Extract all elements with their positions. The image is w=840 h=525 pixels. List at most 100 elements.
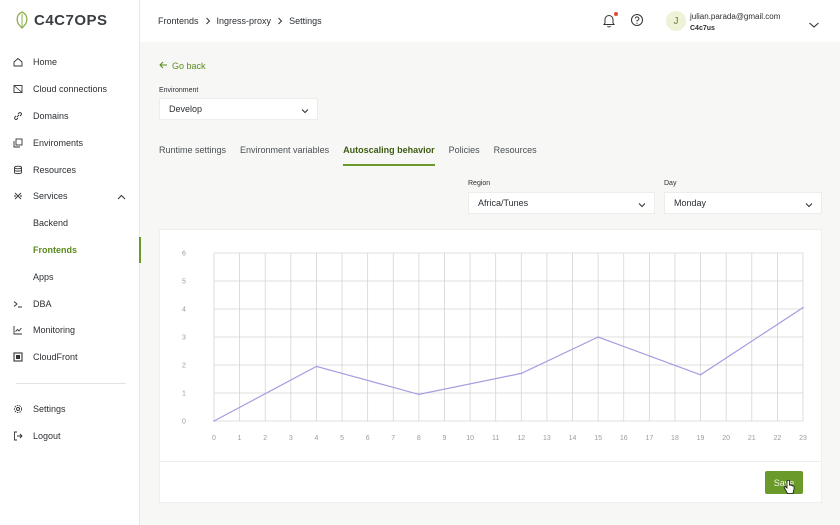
sidebar-item-resources[interactable]: Resources xyxy=(0,156,140,183)
chevron-right-icon xyxy=(205,17,211,25)
x-tick-label: 11 xyxy=(492,435,499,442)
user-org: C4c7us xyxy=(690,25,715,32)
x-tick-label: 7 xyxy=(391,435,395,442)
sidebar-item-label: Backend xyxy=(33,218,69,229)
tab-autoscaling-behavior[interactable]: Autoscaling behavior xyxy=(343,145,435,166)
y-tick-label: 4 xyxy=(182,307,186,314)
chevron-down-icon[interactable] xyxy=(808,16,820,34)
region-select[interactable]: Africa/Tunes xyxy=(468,192,655,214)
sidebar-item-label: Apps xyxy=(33,271,54,282)
tab-policies[interactable]: Policies xyxy=(449,145,480,166)
go-back-label: Go back xyxy=(172,61,206,71)
sidebar-item-logout[interactable]: Logout xyxy=(0,422,140,449)
chevron-up-icon[interactable] xyxy=(117,192,126,202)
sidebar-item-label: Cloud connections xyxy=(33,84,108,95)
data-point xyxy=(597,336,599,338)
x-tick-label: 14 xyxy=(569,435,577,442)
day-label: Day xyxy=(664,180,677,187)
sidebar-divider xyxy=(16,382,126,384)
x-tick-label: 5 xyxy=(340,435,344,442)
sidebar-item-home[interactable]: Home xyxy=(0,49,140,76)
sidebar-item-label: Home xyxy=(33,57,58,68)
link-icon xyxy=(13,111,23,121)
user-info[interactable]: julian.parada@gmail.com C4c7us xyxy=(690,11,780,35)
sidebar-item-dba[interactable]: DBA xyxy=(0,290,140,317)
header-icons xyxy=(602,12,644,33)
y-tick-label: 5 xyxy=(182,279,186,286)
environment-label: Environment xyxy=(159,87,199,94)
cloudfront-icon xyxy=(13,352,23,362)
sidebar-item-apps[interactable]: Apps xyxy=(0,263,140,290)
database-icon xyxy=(13,165,23,175)
help-icon[interactable] xyxy=(630,13,644,33)
leaf-logo-icon xyxy=(16,11,28,29)
terminal-icon xyxy=(13,299,23,309)
bell-icon[interactable] xyxy=(602,12,618,33)
chart-divider xyxy=(160,461,821,462)
data-point xyxy=(315,365,318,368)
x-tick-label: 22 xyxy=(773,435,781,442)
cloud-icon xyxy=(13,84,23,94)
sidebar-item-cloud-connections[interactable]: Cloud connections xyxy=(0,76,140,103)
sidebar-item-label: Domains xyxy=(33,110,69,121)
x-tick-label: 4 xyxy=(314,435,318,442)
brand-logo[interactable]: C4C7OPS xyxy=(12,10,108,30)
sidebar-item-label: Enviroments xyxy=(33,137,84,148)
x-tick-label: 21 xyxy=(748,435,756,442)
x-tick-label: 12 xyxy=(517,435,525,442)
day-select[interactable]: Monday xyxy=(664,192,822,214)
sidebar-item-settings[interactable]: Settings xyxy=(0,396,140,423)
sidebar: C4C7OPS Home Cloud connections Domains E… xyxy=(0,0,141,525)
tab-environment-variables[interactable]: Environment variables xyxy=(240,145,329,166)
chevron-down-icon xyxy=(638,200,646,210)
sidebar-item-domains[interactable]: Domains xyxy=(0,103,140,130)
avatar[interactable]: J xyxy=(666,11,686,31)
sidebar-item-cloudfront[interactable]: CloudFront xyxy=(0,344,140,371)
sidebar-item-enviroments[interactable]: Enviroments xyxy=(0,129,140,156)
tab-resources[interactable]: Resources xyxy=(494,145,537,166)
x-tick-label: 17 xyxy=(645,435,653,442)
sidebar-item-services[interactable]: Services xyxy=(0,183,140,210)
autoscaling-chart-card: 0 1 2 3 4 5 6 7 8 9 10 11 12 13 14 15 16 17 18 19 20 21 22 23 0 1… xyxy=(159,229,822,503)
x-tick-label: 15 xyxy=(594,435,602,442)
x-tick-label: 18 xyxy=(671,435,679,442)
y-tick-label: 1 xyxy=(182,391,186,398)
sidebar-item-label: DBA xyxy=(33,298,52,309)
logout-icon xyxy=(13,431,23,441)
x-tick-label: 3 xyxy=(289,435,293,442)
sidebar-nav: Home Cloud connections Domains Enviromen… xyxy=(0,49,141,449)
breadcrumb-item-settings: Settings xyxy=(289,16,322,26)
breadcrumb-item-frontends[interactable]: Frontends xyxy=(158,16,199,26)
top-header: Frontends Ingress-proxy Settings J julia… xyxy=(140,0,840,42)
x-tick-label: 2 xyxy=(263,435,267,442)
tab-runtime-settings[interactable]: Runtime settings xyxy=(159,145,226,166)
chart-icon xyxy=(13,325,23,335)
x-tick-label: 0 xyxy=(212,435,216,442)
x-tick-label: 16 xyxy=(620,435,628,442)
layers-icon xyxy=(13,138,23,148)
x-tick-label: 13 xyxy=(543,435,551,442)
breadcrumb-item-ingress-proxy[interactable]: Ingress-proxy xyxy=(217,16,272,26)
sidebar-item-frontends[interactable]: Frontends xyxy=(0,236,141,264)
sidebar-item-label: Frontends xyxy=(33,244,77,255)
services-icon xyxy=(13,191,23,201)
autoscaling-chart: 0 1 2 3 4 5 6 7 8 9 10 11 12 13 14 15 16 17 18 19 20 21 22 2301… xyxy=(182,251,807,443)
x-tick-label: 6 xyxy=(366,435,370,442)
x-tick-label: 20 xyxy=(722,435,730,442)
sidebar-item-label: Resources xyxy=(33,164,77,175)
hand-cursor-icon xyxy=(783,479,795,500)
chevron-down-icon xyxy=(301,106,309,116)
x-tick-label: 1 xyxy=(238,435,242,442)
go-back-link[interactable]: Go back xyxy=(159,61,206,71)
chevron-right-icon xyxy=(277,17,283,25)
environment-select[interactable]: Develop xyxy=(159,98,318,120)
sidebar-item-monitoring[interactable]: Monitoring xyxy=(0,317,140,344)
data-point xyxy=(802,306,804,309)
region-label: Region xyxy=(468,180,491,187)
data-point xyxy=(520,372,523,375)
sidebar-item-backend[interactable]: Backend xyxy=(0,210,140,237)
x-tick-label: 19 xyxy=(697,435,705,442)
gear-icon xyxy=(13,404,23,414)
environment-value: Develop xyxy=(169,104,203,114)
day-value: Monday xyxy=(674,198,707,208)
